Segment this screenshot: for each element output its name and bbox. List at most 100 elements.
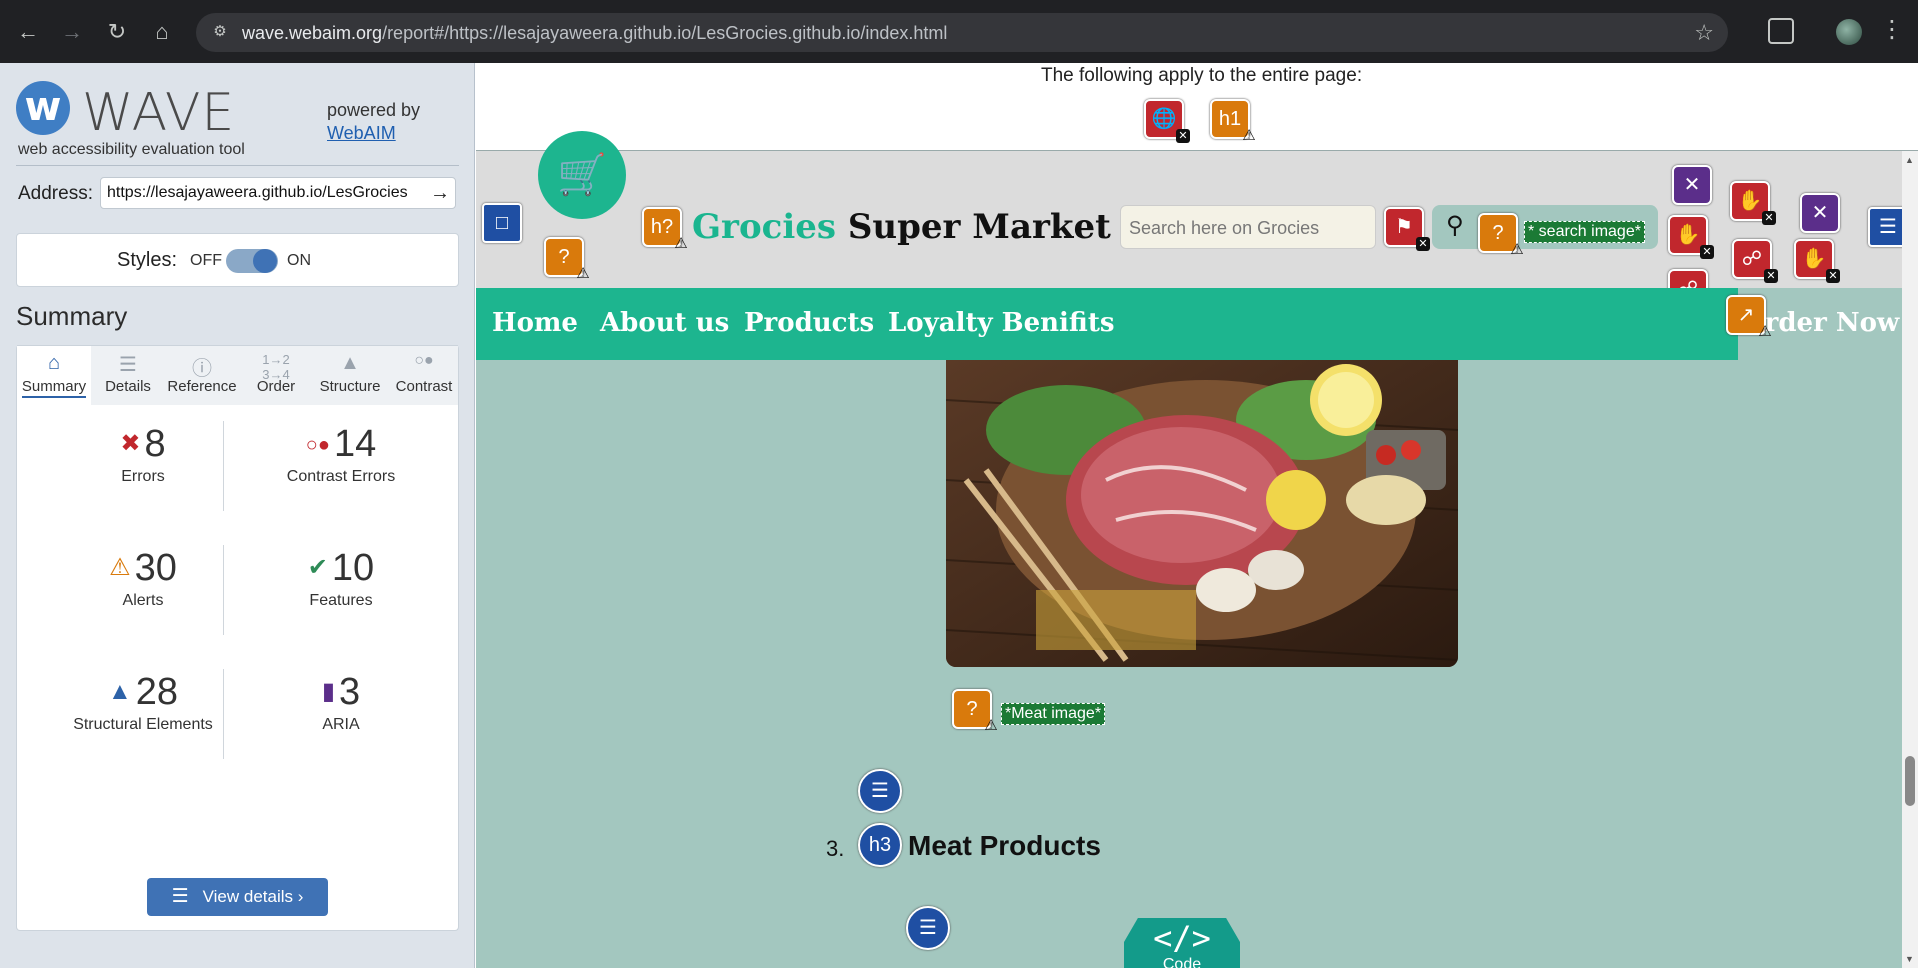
styles-off-label: OFF bbox=[190, 252, 222, 269]
view-details-button[interactable]: ☰ View details › bbox=[147, 878, 328, 916]
list-structure-icon[interactable]: ☰ bbox=[906, 906, 950, 950]
site-header: 🛒 □ ? ⚠ h? ⚠ Grocies Super Market Search h… bbox=[476, 131, 1918, 313]
alerts-label: Alerts bbox=[122, 592, 164, 609]
header-region-icon[interactable]: □ bbox=[482, 203, 522, 243]
stat-errors[interactable]: ✖ 8 Errors bbox=[53, 423, 233, 486]
aria-icon[interactable]: ✕ bbox=[1672, 165, 1712, 205]
h3-badge-text: h3 bbox=[868, 834, 892, 856]
error-icon[interactable]: ✋ ✕ bbox=[1794, 239, 1840, 283]
menu-kebab-icon[interactable]: ⋮ bbox=[1880, 16, 1904, 44]
page-level-icons: The following apply to the entire page: … bbox=[476, 63, 1918, 151]
language-error-icon[interactable]: 🌐 ✕ bbox=[1144, 99, 1190, 143]
nav-about[interactable]: About us bbox=[600, 308, 729, 338]
code-toggle-button[interactable]: </> Code bbox=[1124, 918, 1240, 968]
nav-products[interactable]: Products bbox=[744, 308, 874, 338]
image-alert-icon[interactable]: ? ⚠ bbox=[952, 689, 998, 733]
site-nav: Home About us Products Loyalty Benifits bbox=[476, 288, 1738, 360]
missing-label-error-icon[interactable]: ⚑ ✕ bbox=[1384, 207, 1430, 251]
webaim-link[interactable]: WebAIM bbox=[327, 123, 396, 143]
warning-mark-icon: ⚠ bbox=[1242, 127, 1256, 144]
scroll-up-icon[interactable]: ▲ bbox=[1905, 155, 1914, 165]
list-structure-icon[interactable]: ☰ bbox=[858, 769, 902, 813]
cart-icon[interactable]: 🛒 bbox=[538, 131, 626, 219]
meat-product-image bbox=[946, 360, 1458, 667]
error-icon[interactable]: ✋ ✕ bbox=[1730, 181, 1776, 225]
url-text[interactable]: wave.webaim.org/report#/https://lesajaya… bbox=[242, 23, 947, 44]
errors-count: 8 bbox=[144, 423, 166, 465]
meat-image-alt-label: *Meat image* bbox=[1001, 703, 1106, 725]
info-icon: ⓘ bbox=[192, 358, 212, 380]
error-icon[interactable]: ✋ ✕ bbox=[1668, 215, 1714, 259]
stat-alerts[interactable]: ⚠ 30 Alerts bbox=[53, 547, 233, 610]
site-search-input[interactable]: Search here on Grocies bbox=[1120, 205, 1376, 249]
meat-photo bbox=[946, 360, 1458, 667]
image-alert-icon[interactable]: ? ⚠ bbox=[1478, 213, 1524, 257]
search-icon[interactable]: ⚲ bbox=[1446, 211, 1464, 240]
image-alert-icon[interactable]: ? ⚠ bbox=[544, 237, 590, 281]
address-bar[interactable]: ⚙ wave.webaim.org/report#/https://lesaja… bbox=[196, 13, 1728, 52]
wave-logo-icon: w bbox=[16, 81, 70, 135]
list-icon: ☰ bbox=[171, 886, 189, 907]
contrast-errors-count: 14 bbox=[333, 423, 377, 465]
nav-loyalty[interactable]: Loyalty Benifits bbox=[888, 308, 1114, 338]
h3-structure-icon[interactable]: h3 bbox=[858, 823, 902, 867]
h1-badge-text: h1 bbox=[1218, 108, 1242, 130]
search-image-alt-label: * search image* bbox=[1524, 221, 1645, 243]
tab-label: Summary bbox=[21, 378, 87, 398]
tab-summary[interactable]: ⌂ Summary bbox=[17, 346, 91, 406]
stat-features[interactable]: ✔ 10 Features bbox=[251, 547, 431, 610]
tab-order[interactable]: 1→2 3→4 Order bbox=[239, 346, 313, 406]
styles-card: Styles: OFF ON bbox=[16, 233, 459, 287]
evaluated-page: The following apply to the entire page: … bbox=[476, 63, 1918, 968]
contrast-icon: ○● bbox=[414, 352, 434, 369]
heading-alert-icon[interactable]: h? ⚠ bbox=[642, 207, 688, 251]
aria-count: 3 bbox=[339, 671, 361, 713]
tab-contrast[interactable]: ○● Contrast bbox=[387, 346, 461, 406]
url-path: /report#/https://lesajayaweera.github.io… bbox=[382, 23, 948, 43]
scrollbar-thumb[interactable] bbox=[1905, 756, 1915, 806]
features-count: 10 bbox=[331, 547, 375, 589]
stat-structural[interactable]: ▲ 28 Structural Elements bbox=[53, 671, 233, 734]
browser-toolbar: ← → ↻ ⌂ ⚙ wave.webaim.org/report#/https:… bbox=[0, 0, 1918, 63]
reload-icon[interactable]: ↻ bbox=[103, 18, 131, 46]
nav-home[interactable]: Home bbox=[492, 308, 578, 338]
features-label: Features bbox=[309, 592, 373, 609]
divider bbox=[223, 669, 224, 759]
profile-avatar[interactable] bbox=[1836, 19, 1862, 45]
extensions-icon[interactable] bbox=[1768, 18, 1794, 44]
tab-reference[interactable]: ⓘ Reference bbox=[165, 346, 239, 406]
redundant-link-alert-icon[interactable]: ↗ ⚠ bbox=[1726, 295, 1772, 339]
page-scrollbar[interactable]: ▲ ▼ bbox=[1902, 151, 1918, 968]
h1-alert-icon[interactable]: h1 ⚠ bbox=[1210, 99, 1256, 143]
forward-icon[interactable]: → bbox=[58, 18, 86, 46]
home-icon[interactable]: ⌂ bbox=[148, 18, 176, 46]
tab-details[interactable]: ☰ Details bbox=[91, 346, 165, 406]
code-icon: </> bbox=[1153, 919, 1211, 957]
entire-page-message: The following apply to the entire page: bbox=[1041, 65, 1363, 86]
site-info-icon[interactable]: ⚙ bbox=[210, 22, 230, 42]
stat-aria[interactable]: ▮ 3 ARIA bbox=[251, 671, 431, 734]
go-arrow-icon[interactable]: → bbox=[429, 181, 451, 205]
tab-label: Structure bbox=[319, 378, 381, 395]
alerts-count: 30 bbox=[134, 547, 177, 589]
errors-label: Errors bbox=[121, 468, 165, 485]
brand-green: Grocies bbox=[692, 207, 837, 247]
tab-structure[interactable]: ▲ Structure bbox=[313, 346, 387, 406]
aria-icon[interactable]: ✕ bbox=[1800, 193, 1840, 233]
warning-mark-icon: ⚠ bbox=[576, 265, 590, 282]
divider bbox=[223, 545, 224, 635]
styles-toggle[interactable] bbox=[226, 249, 278, 273]
scroll-down-icon[interactable]: ▼ bbox=[1905, 954, 1914, 964]
styles-on-label: ON bbox=[287, 252, 311, 269]
bookmark-star-icon[interactable]: ☆ bbox=[1694, 20, 1714, 46]
error-mark-icon: ✕ bbox=[1176, 129, 1190, 143]
feature-check-icon: ✔ bbox=[307, 554, 328, 581]
warning-mark-icon: ⚠ bbox=[1758, 323, 1772, 340]
stat-contrast-errors[interactable]: ○● 14 Contrast Errors bbox=[251, 423, 431, 486]
url-host: wave.webaim.org bbox=[242, 23, 383, 43]
alert-icon: ⚠ bbox=[109, 554, 131, 581]
empty-link-error-icon[interactable]: ☍✕ bbox=[1732, 239, 1778, 283]
list-number: 3. bbox=[826, 836, 845, 861]
back-icon[interactable]: ← bbox=[14, 18, 42, 46]
address-input[interactable]: https://lesajayaweera.github.io/LesGroci… bbox=[100, 177, 456, 209]
